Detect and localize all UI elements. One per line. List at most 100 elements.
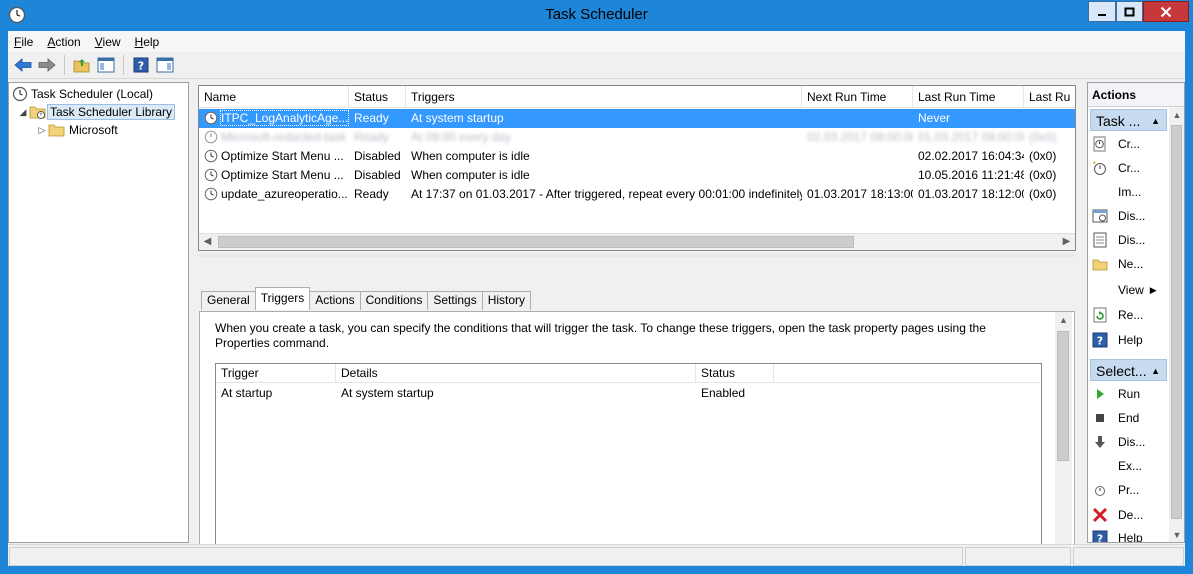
action-view[interactable]: View ▶ — [1088, 279, 1168, 301]
tab-settings[interactable]: Settings — [427, 291, 483, 310]
task-last-run-cell: 10.05.2016 11:21:48 — [918, 168, 1024, 182]
maximize-button[interactable] — [1116, 1, 1143, 22]
pane-splitter[interactable] — [198, 254, 1076, 257]
scroll-up-arrow-icon[interactable]: ▲ — [1055, 312, 1072, 329]
scroll-right-arrow-icon[interactable]: ▶ — [1058, 234, 1075, 250]
expand-arrow-icon[interactable]: ▷ — [36, 125, 48, 136]
column-header-trigger[interactable]: Trigger — [216, 364, 336, 383]
back-button[interactable] — [12, 54, 34, 76]
action-display-running-tasks[interactable]: Dis... — [1088, 205, 1168, 227]
task-row[interactable]: Microsoft-redacted-task Ready At 09:00 e… — [199, 128, 1075, 147]
task-list-horizontal-scrollbar[interactable]: ◀ ▶ — [199, 233, 1075, 250]
task-name-cell: Optimize Start Menu ... — [221, 168, 344, 182]
minimize-icon — [1098, 13, 1106, 16]
action-disable-all-tasks-history[interactable]: Dis... — [1088, 229, 1168, 251]
export-icon — [1092, 458, 1108, 474]
delete-x-icon — [1092, 507, 1108, 523]
action-run[interactable]: Run — [1088, 383, 1168, 405]
up-folder-button[interactable] — [71, 54, 93, 76]
column-header-trigger-status[interactable]: Status — [696, 364, 774, 383]
task-triggers-cell: At 17:37 on 01.03.2017 - After triggered… — [411, 187, 802, 201]
scroll-thumb[interactable] — [218, 236, 854, 248]
action-create-task[interactable]: Cr... — [1088, 157, 1168, 179]
task-row[interactable]: Optimize Start Menu ... Disabled When co… — [199, 166, 1075, 185]
toolbar: ? — [8, 52, 1185, 79]
close-button[interactable] — [1143, 1, 1189, 22]
column-header-triggers[interactable]: Triggers — [406, 86, 802, 108]
task-row[interactable]: Optimize Start Menu ... Disabled When co… — [199, 147, 1075, 166]
detail-tabs: General Triggers Actions Conditions Sett… — [201, 287, 532, 310]
task-last-result-cell: (0x0) — [1029, 149, 1057, 163]
minimize-button[interactable] — [1088, 1, 1116, 22]
tree-item-task-scheduler-library[interactable]: ◢ Task Scheduler Library — [17, 103, 176, 121]
column-header-last-run-time[interactable]: Last Run Time — [913, 86, 1024, 108]
action-create-basic-task[interactable]: Cr... — [1088, 133, 1168, 155]
end-icon — [1092, 410, 1108, 426]
action-help[interactable]: ? Help — [1088, 329, 1168, 351]
column-header-name[interactable]: Name — [199, 86, 349, 108]
menu-file[interactable]: File — [14, 35, 33, 49]
column-header-next-run-time[interactable]: Next Run Time — [802, 86, 913, 108]
tree-item-task-scheduler-local[interactable]: Task Scheduler (Local) — [12, 85, 156, 103]
actions-vertical-scrollbar[interactable]: ▲ ▼ — [1169, 107, 1184, 542]
task-status-cell: Disabled — [354, 149, 401, 163]
trigger-row[interactable]: At startup At system startup Enabled — [216, 384, 1041, 403]
create-basic-task-icon — [1092, 136, 1108, 152]
task-triggers-cell: At 09:00 every day — [411, 130, 512, 144]
forward-button[interactable] — [36, 54, 58, 76]
task-scheduler-library-group-header[interactable]: Task ... ▲ — [1090, 109, 1167, 131]
collapse-arrow-icon[interactable]: ◢ — [17, 107, 29, 118]
action-help-selected[interactable]: ? Help — [1088, 527, 1168, 544]
column-header-status[interactable]: Status — [349, 86, 406, 108]
menu-action[interactable]: Action — [47, 35, 80, 49]
show-hide-console-tree-button[interactable] — [95, 54, 117, 76]
scroll-thumb[interactable] — [1057, 331, 1069, 461]
triggers-vertical-scrollbar[interactable]: ▲ ▼ — [1055, 312, 1072, 563]
status-cell-main — [9, 547, 963, 566]
help-toolbar-button[interactable]: ? — [130, 54, 152, 76]
scroll-thumb[interactable] — [1171, 125, 1182, 519]
action-disable[interactable]: Dis... — [1088, 431, 1168, 453]
action-end[interactable]: End — [1088, 407, 1168, 429]
tab-triggers[interactable]: Triggers — [254, 287, 311, 310]
task-status-cell: Ready — [354, 130, 389, 144]
action-export[interactable]: Ex... — [1088, 455, 1168, 477]
action-properties[interactable]: Pr... — [1088, 479, 1168, 501]
selected-item-group-header[interactable]: Select... ▲ — [1090, 359, 1167, 381]
center-pane: Name Status Triggers Next Run Time Last … — [197, 82, 1077, 564]
console-tree: Task Scheduler (Local) ◢ Task Scheduler … — [8, 82, 189, 543]
triggers-description: When you create a task, you can specify … — [215, 321, 986, 350]
scroll-left-arrow-icon[interactable]: ◀ — [199, 234, 216, 250]
show-hide-action-pane-button[interactable] — [154, 54, 176, 76]
column-header-details[interactable]: Details — [336, 364, 696, 383]
svg-text:?: ? — [1097, 533, 1103, 544]
tab-conditions[interactable]: Conditions — [359, 291, 429, 310]
task-next-run-cell: 01.03.2017 18:13:00 — [807, 187, 913, 201]
help-icon: ? — [1092, 530, 1108, 544]
task-scheduler-window: Task Scheduler File Action View Help ? T… — [0, 0, 1193, 574]
tree-item-microsoft[interactable]: ▷ Microsoft — [36, 121, 121, 139]
scroll-down-arrow-icon[interactable]: ▼ — [1169, 527, 1184, 542]
task-list-header: Name Status Triggers Next Run Time Last … — [199, 86, 1075, 108]
menu-help[interactable]: Help — [135, 35, 160, 49]
task-last-run-cell: 01.03.2017 18:12:00 — [918, 187, 1024, 201]
tab-general[interactable]: General — [201, 291, 256, 310]
actions-pane: Actions Task ... ▲ Cr... Cr... Im... Dis… — [1087, 82, 1185, 543]
title-bar[interactable]: Task Scheduler — [0, 0, 1193, 31]
action-new-folder[interactable]: Ne... — [1088, 253, 1168, 275]
task-row[interactable]: ITPC_LogAnalyticAge... Ready At system s… — [199, 109, 1075, 128]
tree-label: Task Scheduler (Local) — [31, 87, 154, 101]
tab-history[interactable]: History — [481, 291, 532, 310]
task-next-run-cell: 02.03.2017 09:00:00 — [807, 130, 913, 144]
task-triggers-cell: At system startup — [411, 111, 504, 125]
menu-view[interactable]: View — [95, 35, 121, 49]
scroll-up-arrow-icon[interactable]: ▲ — [1169, 107, 1184, 123]
column-header-last-run-result[interactable]: Last Ru — [1024, 86, 1075, 108]
task-name-cell: Optimize Start Menu ... — [221, 149, 344, 163]
status-cell-tertiary — [1073, 547, 1184, 566]
action-import-task[interactable]: Im... — [1088, 181, 1168, 203]
tab-actions[interactable]: Actions — [309, 291, 361, 310]
task-row[interactable]: update_azureoperatio... Ready At 17:37 o… — [199, 185, 1075, 204]
action-delete[interactable]: De... — [1088, 504, 1168, 526]
action-refresh[interactable]: Re... — [1088, 304, 1168, 326]
